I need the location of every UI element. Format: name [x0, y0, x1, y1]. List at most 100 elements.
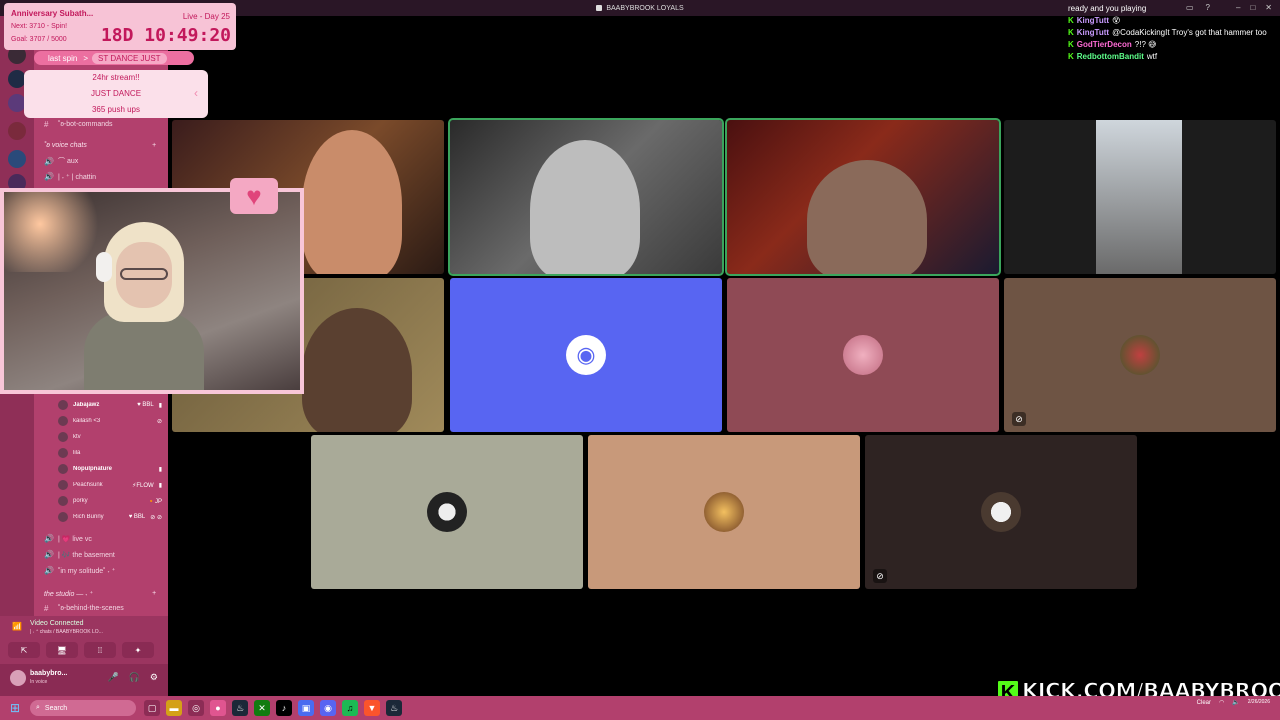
wifi-icon[interactable]: ◠: [1219, 699, 1224, 706]
avatar: [427, 492, 467, 532]
file-explorer-icon[interactable]: ▬: [166, 700, 182, 716]
speaker-icon: 🔊: [44, 534, 54, 543]
server-icon[interactable]: [8, 122, 26, 140]
steam-icon[interactable]: ♨: [232, 700, 248, 716]
voice-member[interactable]: ktv: [58, 430, 162, 444]
hashtag-icon: 🔊: [44, 156, 54, 166]
screen-share-button[interactable]: 🖥: [46, 642, 78, 658]
voice-member[interactable]: Peachsunk ⚡FLOW ▮: [58, 478, 162, 492]
chat-message: K KingTutt @CodaKickingIt Troy's got that …: [1068, 28, 1267, 37]
add-channel-icon[interactable]: +: [152, 142, 156, 149]
streamer: [74, 212, 204, 390]
taskbar-search[interactable]: ⌕ Search: [30, 700, 136, 716]
app-icon[interactable]: ▣: [298, 700, 314, 716]
avatar[interactable]: [10, 670, 26, 686]
signal-icon[interactable]: 📶: [12, 622, 22, 631]
voice-member[interactable]: porky 🔸JP: [58, 494, 162, 508]
camera-icon: ▮: [158, 482, 162, 489]
countdown-clock: 18D 10:49:20: [100, 25, 231, 46]
microphone-icon[interactable]: 🎤: [107, 672, 118, 683]
participant-video: [807, 160, 927, 274]
steam-icon[interactable]: ♨: [386, 700, 402, 716]
voice-member[interactable]: lila: [58, 446, 162, 460]
channel-aux[interactable]: 🔊 ⌒ aux: [44, 156, 78, 166]
voice-channel-path[interactable]: | ˖ ⁺ chats / BAABYBROOK LO...: [30, 629, 103, 635]
volume-icon[interactable]: 🔈: [1232, 699, 1239, 706]
avatar: [704, 492, 744, 532]
video-tile-participant[interactable]: [1004, 120, 1276, 274]
last-spin-value: ST DANCE JUST: [92, 52, 167, 64]
server-icon[interactable]: [8, 150, 26, 168]
hashtag-icon: #: [44, 120, 49, 129]
windows-taskbar: ⊞ ⌕ Search ▢ ▬ ◎ ● ♨ ✕ ♪ ▣ ◉ ♫ ▼ ♨ Clear …: [0, 696, 1280, 720]
avatar: [1120, 335, 1160, 375]
soundboard-button[interactable]: ✦: [122, 642, 154, 658]
muted-icon: ⊘: [1012, 412, 1026, 426]
channel-chattin[interactable]: 🔊 | ˖ ⁺ | chattin: [44, 172, 96, 181]
taskbar-date[interactable]: 2/26/2026: [1248, 699, 1270, 706]
video-tile-avatar[interactable]: [588, 435, 860, 589]
user-controls: 🎤 🎧 ⚙: [107, 672, 158, 683]
avatar: [58, 464, 68, 474]
participant-video: [1096, 120, 1182, 274]
tiktok-icon[interactable]: ♪: [276, 700, 292, 716]
category-voice-chats[interactable]: ˚ʚ voice chats +: [44, 142, 156, 149]
voice-member[interactable]: Nopulpnature ▮: [58, 462, 162, 476]
voice-buttons: ⇱ 🖥 ⁞⁞ ✦: [8, 642, 154, 658]
chat-message: K RedbottomBandit wtf: [1068, 52, 1158, 61]
stream-chat-overlay: ready and you playing K KingTutt 😵 K KingTu…: [1068, 3, 1276, 63]
spotify-icon[interactable]: ♫: [342, 700, 358, 716]
obs-icon[interactable]: ◎: [188, 700, 204, 716]
voice-member[interactable]: Rich Bunny ♥ BBL ⊘ ⊘: [58, 510, 162, 524]
video-tile-discord-avatar[interactable]: ◉: [450, 278, 722, 432]
channel-bot-commands[interactable]: # ˚ʚ-bot-commands: [44, 120, 113, 129]
gear-icon[interactable]: ⚙: [150, 672, 158, 683]
live-day: Live - Day 25: [182, 12, 230, 21]
voice-status: Video Connected: [30, 620, 84, 627]
muted-icon: ⊘ ⊘: [150, 514, 162, 521]
avatar: [58, 400, 68, 410]
channel-live-vc[interactable]: 🔊 | 💗 live vc: [44, 534, 92, 543]
glasses: [120, 268, 168, 280]
search-icon: ⌕: [36, 704, 40, 711]
taskbar-apps: ▢ ▬ ◎ ● ♨ ✕ ♪ ▣ ◉ ♫ ▼ ♨: [144, 700, 402, 716]
avatar: [58, 496, 68, 506]
camera-icon: ▮: [158, 402, 162, 409]
timer-title: Anniversary Subath...: [11, 9, 94, 18]
channel-behind-the-scenes[interactable]: # ˚ʚ-behind-the-scenes: [44, 604, 124, 613]
camera-toggle-button[interactable]: ⇱: [8, 642, 40, 658]
app-icon[interactable]: ●: [210, 700, 226, 716]
camera-icon: ▮: [158, 466, 162, 473]
spin-item: JUST DANCE: [90, 89, 142, 98]
task-view-icon[interactable]: ▢: [144, 700, 160, 716]
channel-the-basement[interactable]: 🔊 | 🎶 the basement: [44, 550, 115, 559]
voice-member[interactable]: kailash <3 ⊘: [58, 414, 162, 428]
windows-start-icon[interactable]: ⊞: [6, 699, 24, 717]
discord-icon[interactable]: ◉: [320, 700, 336, 716]
hashtag-icon: #: [44, 604, 49, 613]
username[interactable]: baabybro...: [30, 670, 67, 677]
user-status: In voice: [30, 679, 48, 685]
video-tile-participant-speaking[interactable]: [448, 118, 724, 276]
video-tile-participant-speaking[interactable]: [725, 118, 1001, 276]
voice-member[interactable]: Jabajawz ♥ BBL ▮: [58, 398, 162, 412]
video-tile-avatar[interactable]: [311, 435, 583, 589]
chat-message: ready and you playing: [1068, 4, 1147, 13]
speaker-icon: 🔊: [44, 550, 54, 559]
brave-icon[interactable]: ▼: [364, 700, 380, 716]
category-the-studio[interactable]: the studio — ˖ ⁺ +: [44, 590, 156, 598]
headphones-icon[interactable]: 🎧: [129, 672, 140, 683]
last-spin-label: last spin: [48, 53, 78, 63]
xbox-icon[interactable]: ✕: [254, 700, 270, 716]
pixel-heart-icon: ♥: [230, 178, 278, 214]
channel-my-solitude[interactable]: 🔊 ˚in my solitude˚ ˖ ⁺: [44, 566, 115, 575]
video-tile-avatar[interactable]: [727, 278, 999, 432]
window-title: BAABYBROOK LOYALS: [596, 5, 684, 12]
timer-next: Next: 3710 - Spin!: [11, 23, 68, 30]
activities-button[interactable]: ⁞⁞: [84, 642, 116, 658]
video-tile-avatar[interactable]: ⊘: [865, 435, 1137, 589]
weather-label[interactable]: Clear: [1197, 700, 1211, 706]
add-channel-icon[interactable]: +: [152, 590, 156, 597]
video-tile-avatar[interactable]: ⊘: [1004, 278, 1276, 432]
headset: [96, 252, 112, 282]
